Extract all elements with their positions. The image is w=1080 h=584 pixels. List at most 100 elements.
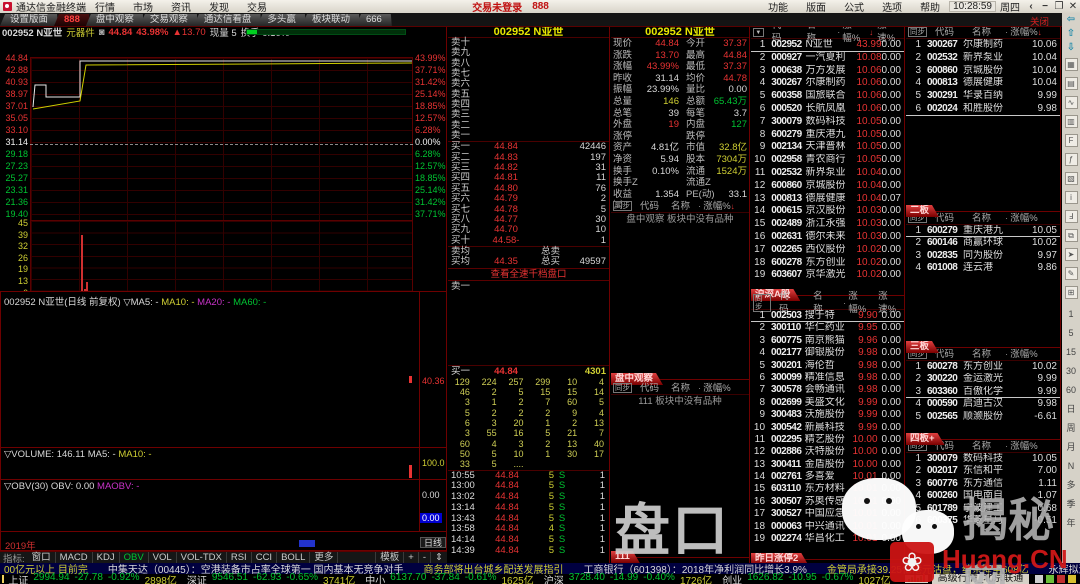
table-row[interactable]: 1002952 N亚世 43.990.00	[751, 39, 904, 52]
indicator-tab[interactable]: RSI	[227, 552, 252, 564]
table-row[interactable]: 3002835 同为股份9.97	[906, 250, 1060, 262]
toolbar-icon[interactable]: ⊞	[1065, 286, 1078, 299]
table-row[interactable]: 15002489 浙江永强 10.030.00	[751, 218, 904, 231]
buy-level-row[interactable]: 买九44.7010	[448, 225, 609, 235]
indicator-tab[interactable]: CCI	[252, 552, 277, 564]
toolbar-icon[interactable]: ➤	[1065, 248, 1078, 261]
quote-server-label[interactable]: 高级行情_北京联通	[932, 574, 1030, 584]
table-row[interactable]: 11002295 精艺股份 10.000.00	[751, 434, 904, 446]
table-row[interactable]: 10300542 新晨科技 9.990.00	[751, 422, 904, 434]
period-option[interactable]: 日	[1066, 403, 1075, 416]
tab-third-board[interactable]: 三板	[906, 341, 939, 353]
table-row[interactable]: 6000520 长航凤凰 10.060.00	[751, 103, 904, 116]
table-row[interactable]: 6002024 和胜股份9.98	[906, 103, 1060, 116]
toolbar-icon[interactable]: i	[1065, 191, 1078, 204]
layout-tab[interactable]: 666	[356, 14, 392, 26]
zoom-in-button[interactable]: +	[403, 552, 418, 564]
table-row[interactable]: 3600860 京城股份10.04	[906, 65, 1060, 78]
layout-tab[interactable]: 盘中观察	[86, 14, 144, 26]
table-row[interactable]: 1300267 尔康制药10.06	[906, 39, 1060, 52]
buy-level-row[interactable]: 买七44.785	[448, 205, 609, 215]
layout-tab[interactable]: 多头赢	[257, 14, 306, 26]
table-row[interactable]: 1002503 搜于特 9.900.00	[751, 310, 904, 322]
table-row[interactable]: 1300079 数码科技10.05	[906, 453, 1060, 465]
period-option[interactable]: 多	[1066, 479, 1075, 492]
tab-second-board[interactable]: 二板	[906, 205, 939, 217]
toolbar-icon[interactable]: Ⅎ	[1065, 210, 1078, 223]
toolbar-icon[interactable]: ∿	[1065, 96, 1078, 109]
period-option[interactable]: 60	[1066, 384, 1076, 397]
period-option[interactable]: 5	[1068, 327, 1073, 340]
table-row[interactable]: 4601008 连云港9.86	[906, 262, 1060, 274]
indicator-tab[interactable]: BOLL	[277, 552, 310, 564]
toolbar-icon[interactable]: ⧉	[1065, 229, 1078, 242]
table-row[interactable]: 4600260 国电南自1.07	[906, 490, 1060, 502]
table-row[interactable]: 2002532 新界泵业10.04	[906, 52, 1060, 65]
table-row[interactable]: 9002134 天津普林 10.050.00	[751, 141, 904, 154]
toolbar-icon[interactable]: ▥	[1065, 115, 1078, 128]
sell-level-row[interactable]: 卖七	[448, 69, 609, 79]
layout-tab[interactable]: 设置版面	[0, 14, 58, 26]
table-row[interactable]: 19002274 华昌化工 10.010.00	[751, 533, 904, 545]
buy-level-row[interactable]: 买四44.8111	[448, 173, 609, 183]
sell-level-row[interactable]: 卖五	[448, 90, 609, 100]
table-row[interactable]: 3600775 南京熊猫 9.960.00	[751, 335, 904, 347]
sell-level-row[interactable]: 卖一	[448, 131, 609, 141]
layout-tab[interactable]: 交易观察	[140, 14, 198, 26]
sell-level-row[interactable]: 卖八	[448, 59, 609, 69]
indicator-tab[interactable]: MACD	[56, 552, 93, 564]
period-option[interactable]: 年	[1066, 517, 1075, 530]
minute-chart-panel[interactable]: 002952 N亚世 元器件 ◙ 44.84 43.98% ▲13.70 现量 …	[0, 26, 447, 291]
zoom-out-button[interactable]: -	[418, 552, 430, 564]
tray-icon[interactable]	[1057, 575, 1065, 583]
table-row[interactable]: 12600860 京城股份 10.040.00	[751, 180, 904, 193]
table-row[interactable]: 7300578 会畅通讯 9.980.00	[751, 384, 904, 396]
indicator-tab[interactable]: VOL-TDX	[177, 552, 227, 564]
index-quote[interactable]: 上证2994.94 -27.78-0.92% 2898亿	[8, 572, 176, 584]
indicator-tab[interactable]: OBV	[120, 552, 149, 564]
order-book-panel[interactable]: 002952 N亚世 卖十卖九卖八卖七卖六卖五卖四卖三卖二卖一 买一44.844…	[448, 26, 610, 563]
table-row[interactable]: 11002532 新界泵业 10.040.00	[751, 167, 904, 180]
sell-level-row[interactable]: 卖二	[448, 121, 609, 131]
table-row[interactable]: 6600375 华菱星马-0.51	[906, 515, 1060, 527]
sync-button[interactable]: 同步	[613, 383, 632, 393]
toolbar-icon[interactable]: ▧	[1065, 172, 1078, 185]
login-status[interactable]: 交易未登录	[472, 0, 522, 14]
menu-layout[interactable]: 版面	[797, 0, 835, 14]
menu-options[interactable]: 选项	[873, 0, 911, 14]
layout-tab[interactable]: 888	[54, 14, 90, 26]
index-quote[interactable]: 中小6137.70 -37.84-0.61% 1625亿	[365, 572, 533, 584]
buy-level-row[interactable]: 买十44.58-1	[448, 236, 609, 246]
period-option[interactable]: 季	[1066, 498, 1075, 511]
back-button[interactable]: ‹	[1024, 1, 1038, 12]
index-quote[interactable]: 深证9546.51 -62.93-0.65% 3741亿	[187, 572, 355, 584]
menu-trade[interactable]: 交易	[238, 0, 276, 14]
back-arrow-icon[interactable]: ⇦	[1067, 13, 1075, 27]
scroll-down-icon[interactable]: ⇩	[1067, 41, 1075, 55]
table-row[interactable]: 2600146 商赢环球10.02	[906, 237, 1060, 249]
kline-panel[interactable]: 002952 N亚世(日线 前复权) ▽MA5: - MA10: - MA20:…	[0, 291, 447, 551]
sell-level-row[interactable]: 卖三	[448, 110, 609, 120]
buy-level-row[interactable]: 买五44.8076	[448, 184, 609, 194]
period-option[interactable]: 月	[1066, 441, 1075, 454]
minimize-button[interactable]: −	[1038, 1, 1052, 12]
tray-icon[interactable]	[1035, 575, 1043, 583]
indicator-tab[interactable]: 窗口	[28, 552, 56, 564]
table-row[interactable]: 16300507 苏奥传感 10.010.00	[751, 496, 904, 508]
tab-111[interactable]: 111	[611, 551, 640, 563]
table-row[interactable]: 18600278 东方创业 10.020.00	[751, 257, 904, 270]
table-row[interactable]: 19603607 京华激光 10.020.00	[751, 269, 904, 282]
toolbar-icon[interactable]: ▦	[1065, 58, 1078, 71]
close-layout-button[interactable]: 关闭	[1030, 14, 1049, 28]
menu-function[interactable]: 功能	[759, 0, 797, 14]
toolbar-icon[interactable]: ƒ	[1065, 153, 1078, 166]
buy-level-row[interactable]: 买一44.8442446	[448, 142, 609, 152]
table-row[interactable]: 5002565 顺灏股份-6.61	[906, 411, 1060, 423]
period-option[interactable]: 周	[1066, 422, 1075, 435]
table-row[interactable]: 2300220 金运激光9.99	[906, 373, 1060, 385]
table-row[interactable]: 2002017 东信和平7.00	[906, 465, 1060, 477]
table-row[interactable]: 7300079 数码科技 10.050.00	[751, 116, 904, 129]
table-row[interactable]: 2000927 一汽夏利 10.080.00	[751, 52, 904, 65]
table-row[interactable]: 5601789 宁波建工0.68	[906, 503, 1060, 515]
menu-discover[interactable]: 发现	[200, 0, 238, 14]
